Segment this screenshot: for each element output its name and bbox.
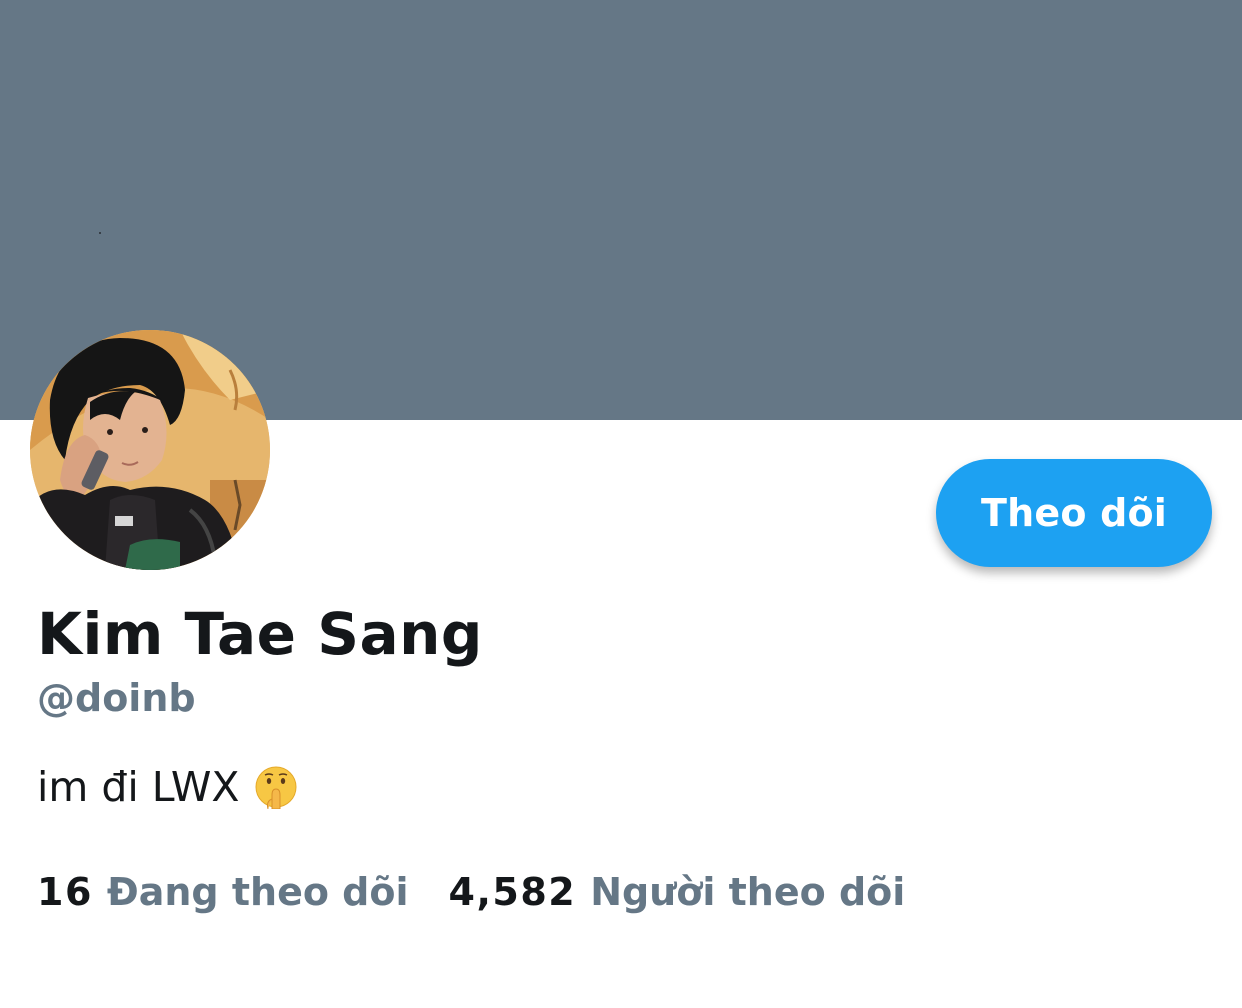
followers-count: 4,582 (448, 870, 577, 914)
avatar[interactable] (30, 330, 270, 570)
avatar-photo (30, 330, 270, 570)
followers-stat[interactable]: 4,582 Người theo dõi (449, 870, 906, 914)
profile-bio: im đi LWX (37, 763, 298, 811)
followers-label: Người theo dõi (590, 870, 906, 914)
following-stat[interactable]: 16 Đang theo dõi (37, 870, 409, 914)
follow-button[interactable]: Theo dõi (936, 459, 1212, 567)
shushing-face-emoji-icon (254, 765, 298, 810)
profile-page: Theo dõi Kim Tae Sang @doinb im đi LWX 1… (0, 0, 1242, 1008)
display-name: Kim Tae Sang (37, 600, 483, 668)
user-handle: @doinb (37, 676, 196, 720)
follow-button-label: Theo dõi (980, 491, 1167, 535)
bio-text: im đi LWX (37, 763, 240, 811)
profile-stats: 16 Đang theo dõi 4,582 Người theo dõi (37, 870, 905, 914)
banner-speck (99, 232, 101, 234)
following-count: 16 (37, 870, 93, 914)
following-label: Đang theo dõi (106, 870, 409, 914)
